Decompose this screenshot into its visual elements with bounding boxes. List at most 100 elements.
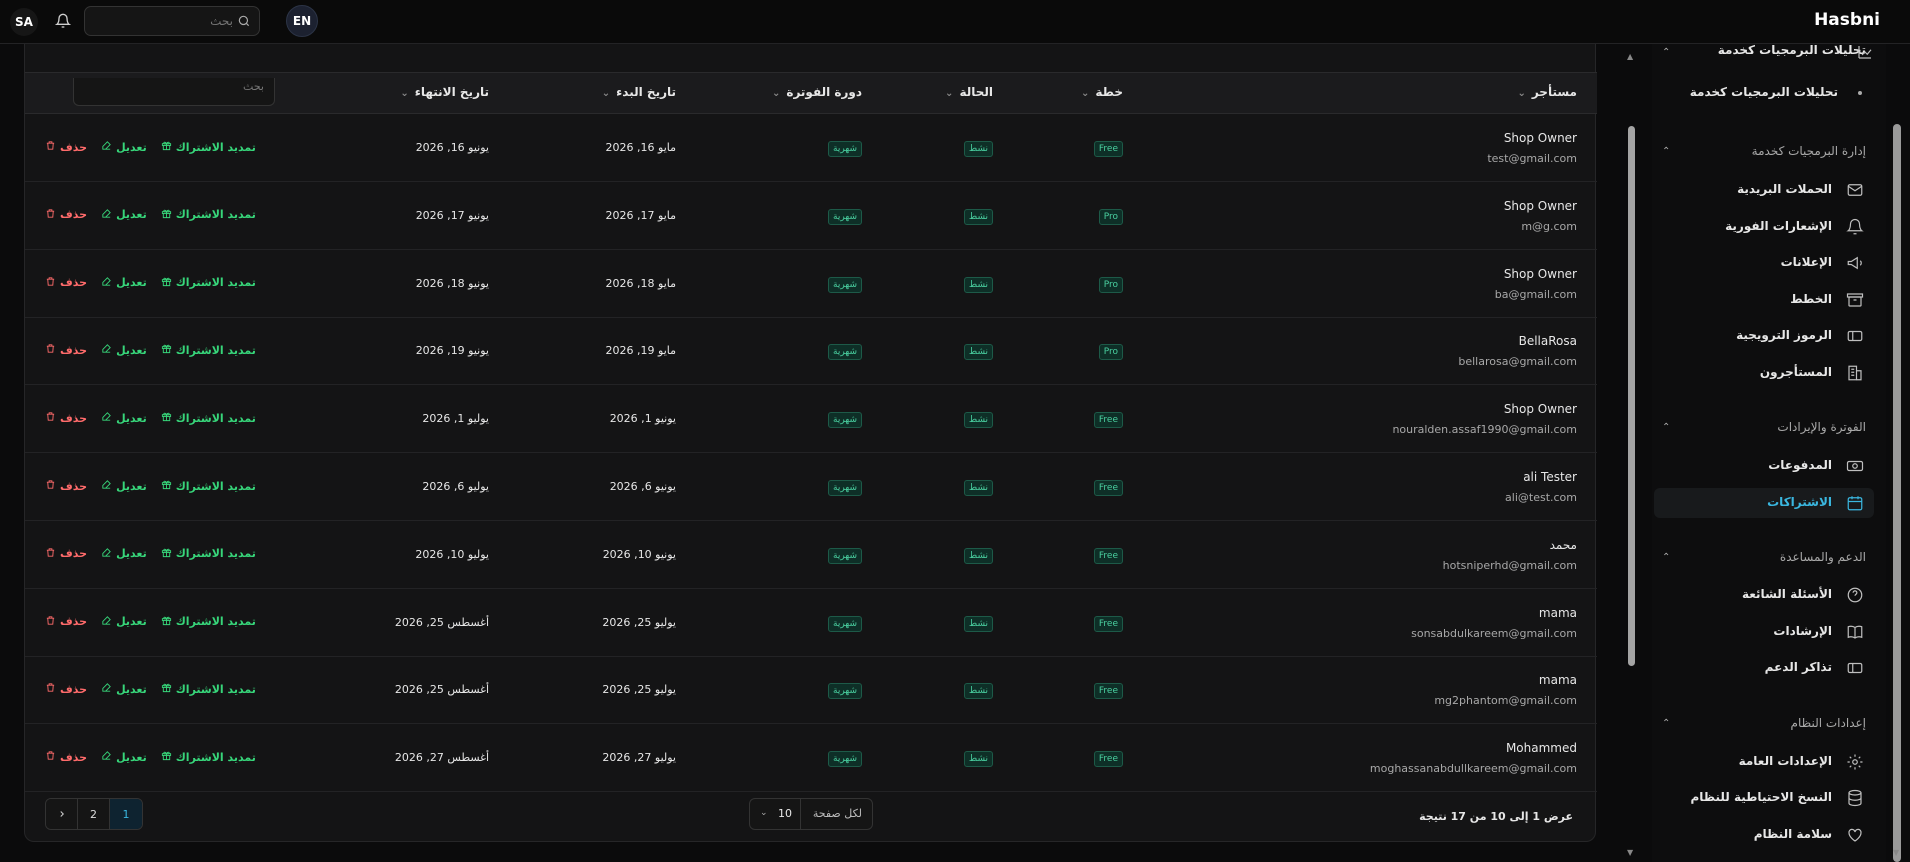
language-switch-button[interactable]: EN bbox=[286, 5, 318, 37]
edit-button[interactable]: تعديل bbox=[101, 682, 147, 696]
sidebar-item[interactable]: الإعلانات bbox=[1654, 248, 1874, 278]
delete-button[interactable]: حذف bbox=[45, 140, 87, 154]
trash-icon bbox=[45, 343, 56, 357]
extend-subscription-button[interactable]: تمديد الاشتراك bbox=[161, 479, 256, 493]
col-billing-cycle[interactable]: دورة الفوترة⌄ bbox=[772, 85, 862, 99]
edit-button[interactable]: تعديل bbox=[101, 479, 147, 493]
extend-subscription-button[interactable]: تمديد الاشتراك bbox=[161, 140, 256, 154]
sidebar-item[interactable]: الاشتراكات bbox=[1654, 488, 1874, 518]
sidebar-scroll-thumb[interactable] bbox=[1893, 124, 1901, 862]
chevron-up-icon[interactable]: ⌃ bbox=[1662, 47, 1670, 58]
col-status[interactable]: الحالة⌄ bbox=[945, 85, 993, 99]
extend-subscription-button[interactable]: تمديد الاشتراك bbox=[161, 343, 256, 357]
table-row: Shop Owner nouralden.assaf1990@gmail.com F… bbox=[25, 385, 1597, 454]
extend-subscription-button[interactable]: تمديد الاشتراك bbox=[161, 750, 256, 764]
sidebar-item[interactable]: المستأجرون bbox=[1654, 358, 1874, 388]
status-badge: نشط bbox=[963, 344, 993, 361]
scroll-down-icon[interactable]: ▼ bbox=[1893, 848, 1899, 857]
extend-subscription-button[interactable]: تمديد الاشتراك bbox=[161, 547, 256, 561]
delete-button[interactable]: حذف bbox=[45, 343, 87, 357]
delete-button[interactable]: حذف bbox=[45, 547, 87, 561]
chevron-up-icon[interactable]: ⌃ bbox=[1662, 718, 1670, 729]
extend-subscription-button[interactable]: تمديد الاشتراك bbox=[161, 276, 256, 290]
sidebar-item[interactable]: الخطط bbox=[1654, 285, 1874, 315]
chart-icon bbox=[1856, 43, 1874, 65]
next-page-button[interactable] bbox=[46, 799, 78, 829]
page-2-button[interactable]: 2 bbox=[78, 799, 110, 829]
edit-button[interactable]: تعديل bbox=[101, 750, 147, 764]
chevron-up-icon[interactable]: ⌃ bbox=[1662, 552, 1670, 563]
delete-button[interactable]: حذف bbox=[45, 615, 87, 629]
edit-icon bbox=[101, 411, 112, 425]
sidebar-item[interactable]: الإرشادات bbox=[1654, 617, 1874, 647]
edit-button[interactable]: تعديل bbox=[101, 343, 147, 357]
table-row: Mohammed moghassanabdullkareem@gmail.com F… bbox=[25, 724, 1597, 793]
status-badge: نشط bbox=[963, 615, 993, 632]
start-date: يونيو 10, 2026 bbox=[602, 547, 676, 561]
plan-badge: Pro bbox=[1098, 344, 1123, 361]
edit-icon bbox=[101, 343, 112, 357]
sort-chevron-icon: ⌄ bbox=[601, 88, 611, 99]
edit-icon bbox=[101, 276, 112, 290]
col-tenant[interactable]: مستأجر⌄ bbox=[1517, 85, 1577, 99]
per-page-select[interactable]: لكل صفحة 10 ⌄ bbox=[749, 798, 873, 830]
delete-button[interactable]: حذف bbox=[45, 479, 87, 493]
sidebar-item[interactable]: سلامة النظام bbox=[1654, 820, 1874, 850]
main-scrollbar[interactable]: ▲ ▼ bbox=[1624, 44, 1638, 862]
sidebar-item[interactable]: الإعدادات العامة bbox=[1654, 747, 1874, 777]
sidebar-item[interactable]: المدفوعات bbox=[1654, 451, 1874, 481]
delete-button[interactable]: حذف bbox=[45, 208, 87, 222]
edit-button[interactable]: تعديل bbox=[101, 140, 147, 154]
sidebar-scrollbar[interactable]: ▼ bbox=[1890, 44, 1904, 862]
scroll-thumb[interactable] bbox=[1628, 126, 1635, 666]
extend-subscription-button[interactable]: تمديد الاشتراك bbox=[161, 615, 256, 629]
edit-button[interactable]: تعديل bbox=[101, 208, 147, 222]
gift-icon bbox=[161, 411, 172, 425]
sidebar-item[interactable]: الأسئلة الشائعة bbox=[1654, 580, 1874, 610]
user-avatar[interactable]: SA bbox=[10, 8, 38, 36]
delete-button[interactable]: حذف bbox=[45, 682, 87, 696]
sidebar-item[interactable]: الرموز الترويجية bbox=[1654, 321, 1874, 351]
delete-button[interactable]: حذف bbox=[45, 411, 87, 425]
gift-icon bbox=[161, 140, 172, 154]
table-search-input[interactable]: بحث bbox=[73, 78, 275, 106]
sidebar-item[interactable]: تذاكر الدعم bbox=[1654, 653, 1874, 683]
subscriptions-table-card: مستأجر⌄ خطة⌄ الحالة⌄ دورة الفوترة⌄ تاريخ… bbox=[24, 44, 1597, 842]
bell-icon bbox=[1846, 218, 1864, 236]
sidebar-item[interactable]: النسخ الاحتياطية للنظام bbox=[1654, 783, 1874, 813]
delete-button[interactable]: حذف bbox=[45, 276, 87, 290]
col-start-date[interactable]: تاريخ البدء⌄ bbox=[602, 85, 676, 99]
page-1-button[interactable]: 1 bbox=[110, 799, 142, 829]
extend-subscription-button[interactable]: تمديد الاشتراك bbox=[161, 208, 256, 222]
edit-button[interactable]: تعديل bbox=[101, 411, 147, 425]
edit-icon bbox=[101, 479, 112, 493]
end-date: يونيو 17, 2026 bbox=[415, 208, 489, 222]
edit-button[interactable]: تعديل bbox=[101, 547, 147, 561]
trash-icon bbox=[45, 140, 56, 154]
delete-button[interactable]: حذف bbox=[45, 750, 87, 764]
scroll-up-icon[interactable]: ▲ bbox=[1627, 52, 1633, 61]
sidebar-subitem-saas-analytics[interactable]: تحليلات البرمجيات كخدمة bbox=[1654, 78, 1874, 108]
edit-button[interactable]: تعديل bbox=[101, 615, 147, 629]
notifications-bell-icon[interactable] bbox=[52, 10, 74, 32]
extend-subscription-button[interactable]: تمديد الاشتراك bbox=[161, 411, 256, 425]
sidebar-item[interactable]: الإشعارات الفورية bbox=[1654, 212, 1874, 242]
table-row: Shop Owner m@g.com Pro نشط شهرية مايو 17, 202… bbox=[25, 182, 1597, 250]
sidebar-item[interactable]: الحملات البريدية bbox=[1654, 175, 1874, 205]
end-date: أغسطس 27, 2026 bbox=[394, 751, 489, 765]
chevron-up-icon[interactable]: ⌃ bbox=[1662, 146, 1670, 157]
tenant-name: mama bbox=[1538, 605, 1577, 620]
chevron-up-icon[interactable]: ⌃ bbox=[1662, 422, 1670, 433]
scroll-down-icon[interactable]: ▼ bbox=[1627, 848, 1633, 857]
heart-icon bbox=[1846, 826, 1864, 844]
global-search[interactable] bbox=[84, 6, 260, 36]
tenant-name: محمد bbox=[1549, 537, 1577, 552]
edit-button[interactable]: تعديل bbox=[101, 276, 147, 290]
extend-subscription-button[interactable]: تمديد الاشتراك bbox=[161, 682, 256, 696]
sidebar-item-saas-analytics[interactable]: تحليلات البرمجيات كخدمة bbox=[1718, 43, 1866, 57]
col-end-date[interactable]: تاريخ الانتهاء⌄ bbox=[400, 85, 489, 99]
global-search-input[interactable] bbox=[93, 12, 233, 30]
start-date: مايو 18, 2026 bbox=[605, 276, 676, 290]
col-plan[interactable]: خطة⌄ bbox=[1081, 85, 1123, 99]
gift-icon bbox=[161, 750, 172, 764]
